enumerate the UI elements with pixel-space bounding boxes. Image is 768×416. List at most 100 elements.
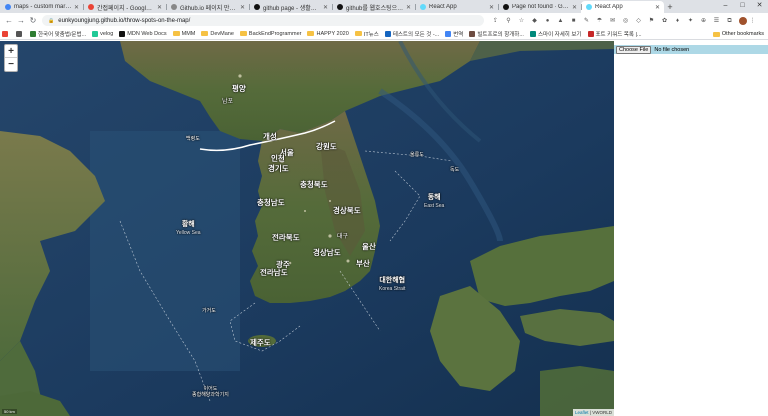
bookmark-favicon-icon [2,30,8,37]
zoom-in-button[interactable]: + [5,45,17,58]
bookmark-item[interactable] [16,30,24,37]
map-view[interactable]: 평양 남포 개성 백령도 서울 인천 경기도 강원도 충청북도 충청남도 경상북… [0,41,614,416]
map-label-gyeongbuk: 경상북도 [333,206,361,215]
puzzle-icon[interactable]: ⧉ [724,17,735,25]
bookmark-item[interactable]: IT뉴스 [354,30,379,38]
bookmark-item[interactable]: DevMane [201,31,234,37]
extension-icon[interactable]: ⊕ [698,17,709,25]
tab-close-icon[interactable]: ✕ [323,4,328,11]
bookmark-label: DevMane [210,30,234,37]
tab-close-icon[interactable]: ✕ [74,4,79,11]
extension-icon[interactable]: ◇ [633,17,644,25]
extension-icon[interactable]: ◆ [529,17,540,25]
profile-avatar[interactable] [739,16,747,25]
browser-tab[interactable]: 간접페이지 - Google Sea✕ [83,1,166,13]
file-input-bar: Choose File No file chosen [614,45,768,54]
tab-title: Page not found · GitHub [512,4,570,10]
browser-tab[interactable]: github page - 생활코딩 ✕ [249,1,332,13]
menu-dots-icon[interactable]: ⋮ [747,17,758,25]
tab-close-icon[interactable]: ✕ [655,4,660,11]
map-label-baengnyeong: 백령도 [186,136,200,142]
bookmark-item[interactable]: 스마이 자세히 보기 [529,30,582,38]
extension-icon[interactable]: ◎ [620,17,631,25]
browser-tab[interactable]: React App ✕ [581,1,664,13]
bookmark-favicon-icon [529,30,536,37]
bookmarks-bar: 한국어 맞춤법/문법... velog MDN Web Docs MMM DevMane… [0,28,768,40]
tab-strip: maps - custom marker c✕간접페이지 - Google Se… [0,0,768,13]
tab-close-icon[interactable]: ✕ [157,4,162,11]
browser-tab[interactable]: github를 웹호스팅으로 이 ✕ [332,1,415,13]
browser-tab[interactable]: Github.io 페이지 만들기 ✕ [166,1,249,13]
bookmark-item[interactable] [2,30,10,37]
vworld-attribution: VWORLD [592,410,612,415]
tab-title: React App [595,4,623,10]
extension-icon[interactable]: ■ [568,17,579,25]
bookmark-item[interactable]: MMM [172,30,196,37]
map-label-jeju: 제주도 [250,338,271,347]
tab-title: maps - custom marker c [14,4,72,10]
extension-icon[interactable]: ☰ [711,17,722,25]
other-bookmarks[interactable]: Other bookmarks [712,31,764,37]
back-arrow-icon[interactable]: ← [3,16,15,25]
address-bar[interactable]: 🔒 eunkyoungjung.github.io/throw-spots-on… [42,15,484,26]
other-bookmarks-label: Other bookmarks [721,31,764,37]
zoom-out-button[interactable]: − [5,58,17,71]
extension-icon[interactable]: ✉ [607,17,618,25]
extension-icon[interactable]: ✿ [659,17,670,25]
bookmark-favicon-icon [92,30,99,37]
bookmark-item[interactable]: 포트 키워드 목록 |... [587,30,642,38]
bookmark-item[interactable]: 번역 [445,30,463,38]
tab-title: Github.io 페이지 만들기 [180,5,238,12]
share-icon[interactable]: ⇪ [490,17,501,25]
tab-close-icon[interactable]: ✕ [406,4,411,11]
star-icon[interactable]: ☆ [516,17,527,25]
new-tab-button[interactable]: + [664,1,676,13]
map-label-ulleung: 울릉도 [410,152,424,158]
tab-close-icon[interactable]: ✕ [572,4,577,11]
extension-icon[interactable]: ✎ [581,17,592,25]
tab-favicon-icon [171,4,177,10]
map-label-dokdo: 독도 [450,167,460,173]
extension-icon[interactable]: ✦ [685,17,696,25]
window-controls: – □ ✕ [717,0,768,12]
maximize-button[interactable]: □ [734,0,751,12]
bookmark-item[interactable]: BackEndProgrammer [239,31,301,37]
map-label-daegu: 대구 [337,234,349,240]
bookmark-item[interactable]: 테스트의 모든 것 -... [384,30,439,38]
extension-icon[interactable]: ⚑ [646,17,657,25]
folder-icon [172,31,180,36]
map-label-gyeonggi: 경기도 [268,164,289,173]
minimize-button[interactable]: – [717,0,734,12]
tab-favicon-icon [420,4,426,10]
extension-icon[interactable]: ☂ [594,17,605,25]
forward-arrow-icon[interactable]: → [15,16,27,25]
browser-tab[interactable]: React App ✕ [415,1,498,13]
extension-icon[interactable]: ▲ [555,17,566,25]
extension-icon[interactable]: ● [542,17,553,25]
bookmark-item[interactable]: 빌트프로의 항개하... [469,30,524,38]
map-label-pyongyang: 평양 [232,84,246,93]
choose-file-button[interactable]: Choose File [616,45,652,54]
browser-tab[interactable]: Page not found · GitHub✕ [498,1,581,13]
extension-icon[interactable]: ♦ [672,17,683,25]
address-url[interactable]: eunkyoungjung.github.io/throw-spots-on-t… [58,18,190,24]
browser-tab[interactable]: maps - custom marker c ✕ [0,1,83,13]
lock-icon[interactable]: 🔒 [48,18,54,24]
bookmark-item[interactable]: MDN Web Docs [119,30,167,37]
tab-close-icon[interactable]: ✕ [489,4,494,11]
zoom-lens-icon[interactable]: ⚲ [503,17,514,25]
bookmark-item[interactable]: HAPPY 2020 [307,30,349,37]
close-window-button[interactable]: ✕ [751,0,768,12]
tab-favicon-icon [254,4,260,10]
leaflet-link[interactable]: Leaflet [575,410,589,415]
bookmark-label: HAPPY 2020 [316,30,349,37]
tab-close-icon[interactable]: ✕ [240,4,245,11]
tab-title: github를 웹호스팅으로 이 [346,5,404,12]
bookmark-label: MMM [181,30,196,37]
reload-icon[interactable]: ↻ [27,16,39,25]
folder-icon [712,31,720,37]
korea-strait-korean: 대한해협 [379,277,406,284]
bookmark-item[interactable]: velog [92,30,113,37]
bookmark-item[interactable]: 한국어 맞춤법/문법... [30,30,86,38]
folder-icon [307,31,315,36]
